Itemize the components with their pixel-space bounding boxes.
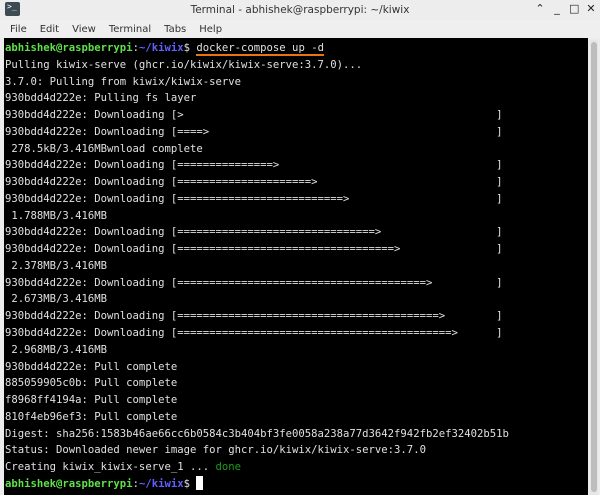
progress-bar: [==================================> ] <box>170 243 503 256</box>
line-text: 930bdd4d222e: Downloading <box>5 310 171 323</box>
line-text: 930bdd4d222e: Downloading <box>5 226 171 239</box>
progress-bar: [=======================================… <box>170 327 503 340</box>
status-done: done <box>215 461 241 474</box>
prompt-symbol: $ <box>183 42 190 54</box>
menu-file[interactable]: File <box>10 24 27 35</box>
menu-edit[interactable]: Edit <box>40 24 59 35</box>
terminal-line: Status: Downloaded newer image for ghcr.… <box>5 442 509 459</box>
line-text: 1.788MB/3.416MB <box>5 209 108 222</box>
line-text: 3.7.0: Pulling from kiwix/kiwix-serve <box>5 75 241 88</box>
terminal-line: 930bdd4d222e: Downloading [=============… <box>5 224 509 241</box>
terminal-line: f8968ff4194a: Pull complete <box>5 392 509 409</box>
progress-bar: [===============> ] <box>170 159 503 172</box>
line-text: 930bdd4d222e: Pull complete <box>5 360 178 373</box>
line-text: 278.5kB/3.416MBwnload complete <box>5 142 203 155</box>
scrollbar[interactable] <box>590 40 598 495</box>
line-text: 930bdd4d222e: Downloading <box>5 176 171 189</box>
terminal-line: abhishek@raspberrypi:~/kiwix$ docker-com… <box>5 40 509 57</box>
line-text: Creating kiwix_kiwix-serve_1 ... <box>5 461 216 474</box>
title-bar: >_ Terminal - abhishek@raspberrypi: ~/ki… <box>0 0 600 20</box>
prompt-symbol: $ <box>183 477 190 490</box>
progress-bar: [=======================================… <box>170 310 503 323</box>
line-text: 2.968MB/3.416MB <box>5 343 108 356</box>
prompt-path: ~/kiwix <box>138 42 184 54</box>
terminal-line: 930bdd4d222e: Downloading [=============… <box>5 325 509 342</box>
prompt-user: abhishek@raspberrypi <box>5 42 133 54</box>
line-text: 2.673MB/3.416MB <box>5 293 108 306</box>
progress-bar: [==========================> ] <box>170 192 503 205</box>
terminal-line: 2.378MB/3.416MB <box>5 258 509 275</box>
terminal-line: abhishek@raspberrypi:~/kiwix$ <box>5 475 509 493</box>
line-text: Digest: sha256:1583b46ae66cc6b0584c3b404… <box>5 427 509 440</box>
terminal-line: 930bdd4d222e: Downloading [=============… <box>5 241 509 258</box>
line-text: 930bdd4d222e: Downloading <box>5 159 171 172</box>
line-text: 810f4eb96ef3: Pull complete <box>5 410 178 423</box>
maximize-button[interactable]: □ <box>569 2 579 15</box>
line-text: 930bdd4d222e: Downloading <box>5 243 171 256</box>
terminal-line: 2.673MB/3.416MB <box>5 291 509 308</box>
progress-bar: [====> ] <box>170 125 503 138</box>
terminal-line: 930bdd4d222e: Downloading [=============… <box>5 191 509 208</box>
window-title: Terminal - abhishek@raspberrypi: ~/kiwix <box>190 4 410 16</box>
terminal-line: Pulling kiwix-serve (ghcr.io/kiwix/kiwix… <box>5 57 509 74</box>
terminal-line: 930bdd4d222e: Pulling fs layer <box>5 90 509 107</box>
terminal-line: 278.5kB/3.416MBwnload complete <box>5 141 509 158</box>
menu-help[interactable]: Help <box>199 24 222 35</box>
prompt-user: abhishek@raspberrypi <box>5 477 133 490</box>
scrollbar-thumb[interactable] <box>591 42 597 492</box>
close-button[interactable]: ✕ <box>586 2 596 15</box>
progress-bar: [=======================================… <box>170 276 503 289</box>
line-text: 930bdd4d222e: Downloading <box>5 125 171 138</box>
terminal-line: 930bdd4d222e: Downloading [=============… <box>5 308 509 325</box>
line-text: 930bdd4d222e: Downloading <box>5 109 171 122</box>
menu-terminal[interactable]: Terminal <box>109 24 151 35</box>
menu-tabs[interactable]: Tabs <box>164 24 186 35</box>
progress-bar: [=====================> ] <box>170 176 503 189</box>
line-text: 930bdd4d222e: Downloading <box>5 276 171 289</box>
menu-view[interactable]: View <box>72 24 96 35</box>
command-text: docker-compose up -d <box>196 42 324 56</box>
terminal-line: 930bdd4d222e: Downloading [=============… <box>5 157 509 174</box>
terminal-line: 810f4eb96ef3: Pull complete <box>5 409 509 426</box>
cursor <box>196 475 204 490</box>
terminal-line: 930bdd4d222e: Downloading [=============… <box>5 275 509 292</box>
minimize-button[interactable]: _ <box>552 2 562 15</box>
prompt-path: ~/kiwix <box>138 477 184 490</box>
terminal-line: 3.7.0: Pulling from kiwix/kiwix-serve <box>5 74 509 91</box>
terminal-line: 930bdd4d222e: Downloading [=============… <box>5 174 509 191</box>
line-text: f8968ff4194a: Pull complete <box>5 394 178 407</box>
terminal-line: 930bdd4d222e: Downloading [> ] <box>5 107 509 124</box>
maximize-up-icon[interactable]: ⌃ <box>535 2 545 15</box>
menu-bar: File Edit View Terminal Tabs Help <box>0 20 600 38</box>
terminal-line: 930bdd4d222e: Downloading [====> ] <box>5 124 509 141</box>
line-text: 930bdd4d222e: Pulling fs layer <box>5 92 197 105</box>
progress-bar: [> ] <box>170 109 503 122</box>
terminal-line: 885059905c0b: Pull complete <box>5 375 509 392</box>
line-text: Status: Downloaded newer image for ghcr.… <box>5 444 426 457</box>
line-text: 2.378MB/3.416MB <box>5 259 108 272</box>
line-text: 930bdd4d222e: Downloading <box>5 192 171 205</box>
terminal-line: 2.968MB/3.416MB <box>5 342 509 359</box>
line-text: 930bdd4d222e: Downloading <box>5 327 171 340</box>
terminal-line: Digest: sha256:1583b46ae66cc6b0584c3b404… <box>5 426 509 443</box>
line-text: 885059905c0b: Pull complete <box>5 377 178 390</box>
terminal-line: 1.788MB/3.416MB <box>5 208 509 225</box>
terminal-line: 930bdd4d222e: Pull complete <box>5 359 509 376</box>
terminal-output[interactable]: abhishek@raspberrypi:~/kiwix$ docker-com… <box>4 38 588 495</box>
terminal-line: Creating kiwix_kiwix-serve_1 ... done <box>5 459 509 476</box>
line-text: Pulling kiwix-serve (ghcr.io/kiwix/kiwix… <box>5 58 363 71</box>
progress-bar: [===============================> ] <box>170 226 503 239</box>
